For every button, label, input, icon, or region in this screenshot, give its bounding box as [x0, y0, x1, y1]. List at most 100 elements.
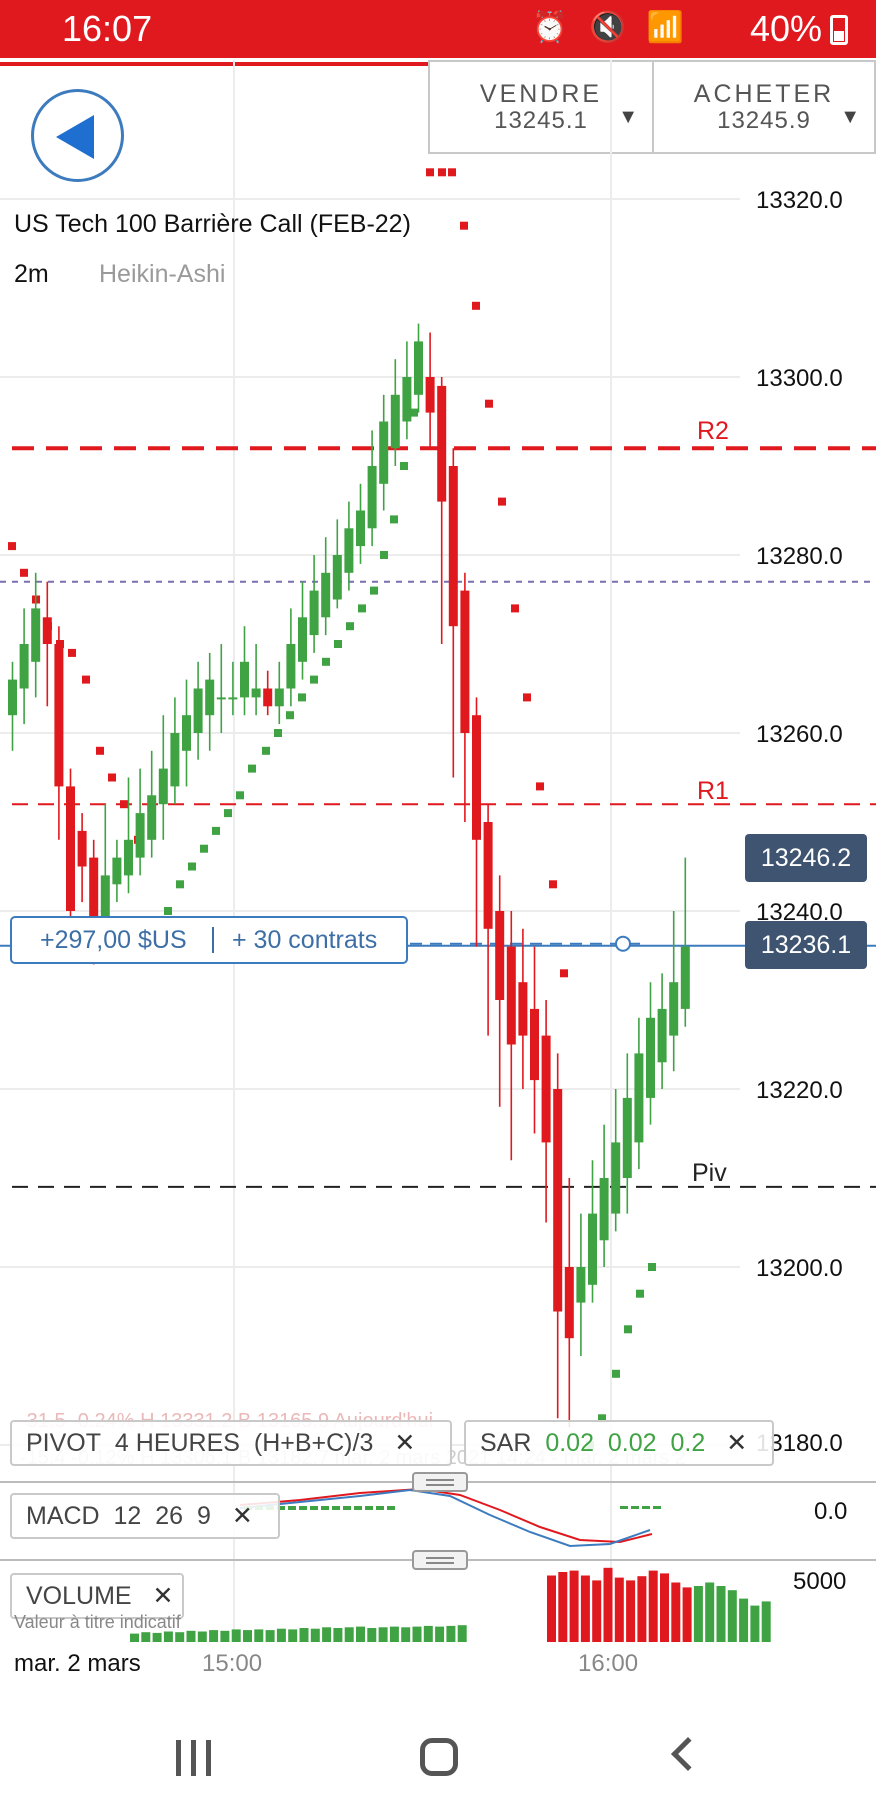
candle [344, 501, 354, 591]
divider [212, 927, 214, 953]
candle [193, 661, 203, 760]
y-tick: 13280.0 [756, 543, 843, 570]
candle [321, 537, 331, 636]
volume-bar [175, 1632, 185, 1642]
candle [356, 483, 365, 564]
sar-dot [523, 693, 531, 702]
sar-dot [262, 746, 270, 755]
recent-apps-icon[interactable] [176, 1740, 212, 1776]
sar-name: SAR [480, 1429, 532, 1457]
home-icon[interactable] [420, 1738, 458, 1776]
volume-bar [761, 1601, 771, 1642]
position-pnl: +297,00 $US [40, 926, 187, 954]
close-icon[interactable]: ✕ [232, 1502, 253, 1530]
candle [646, 982, 655, 1125]
pivot-indicator-chip[interactable]: PIVOT 4 HEURES (H+B+C)/3 ✕ [10, 1420, 452, 1466]
candle [54, 626, 64, 840]
volume-bar [614, 1577, 624, 1642]
candle-body [240, 661, 249, 698]
candle-body [182, 715, 191, 751]
volume-bar [580, 1575, 590, 1642]
volume-bar [446, 1625, 456, 1642]
y-tick: 13200.0 [756, 1255, 843, 1282]
nav-back-icon[interactable] [671, 1737, 705, 1771]
macd-histogram-bar [365, 1506, 373, 1510]
close-icon[interactable]: ✕ [394, 1429, 415, 1457]
candle-body [414, 341, 423, 395]
candle [657, 973, 667, 1089]
position-pill[interactable]: +297,00 $US + 30 contrats [10, 916, 408, 964]
sar-param: 0.2 [670, 1429, 706, 1457]
candle [588, 1160, 597, 1303]
macd-histogram-bar [620, 1506, 628, 1509]
candle [205, 652, 215, 751]
volume-bar [220, 1630, 230, 1642]
candle-body [228, 697, 238, 700]
volume-bar [626, 1580, 636, 1642]
sar-dot [108, 773, 116, 782]
volume-bar [276, 1628, 286, 1642]
candle-body [112, 857, 122, 885]
sar-dot [498, 497, 506, 506]
candle [135, 768, 145, 876]
volume-name: VOLUME [26, 1582, 132, 1610]
y-tick: 13260.0 [756, 721, 843, 748]
volume-max-label: 5000 [793, 1568, 847, 1595]
volume-bar [727, 1590, 737, 1642]
panel-resize-handle[interactable] [412, 1472, 468, 1492]
volume-bar [750, 1605, 760, 1642]
candle-body [216, 697, 226, 700]
macd-line [239, 1488, 651, 1548]
pivot-levels [0, 446, 876, 1188]
candle-body [657, 1008, 667, 1063]
interval-selector[interactable]: 2m [14, 260, 49, 289]
candle [622, 1053, 632, 1214]
sar-dot [370, 586, 378, 595]
volume-bar [457, 1625, 467, 1642]
volume-bar [739, 1598, 749, 1642]
candle-body [54, 644, 64, 787]
volume-bar [209, 1630, 219, 1642]
candle-body [274, 688, 284, 707]
sar-dot [624, 1325, 632, 1334]
candle [170, 697, 180, 805]
sar-dot [236, 791, 244, 800]
macd-histogram-bar [376, 1506, 384, 1510]
candle-body [135, 813, 145, 858]
panel-resize-handle[interactable] [412, 1550, 468, 1570]
volume-bar [356, 1626, 365, 1642]
macd-histogram-bar [642, 1506, 650, 1509]
x-tick: 15:00 [202, 1650, 263, 1677]
candle-body [379, 421, 389, 484]
candle-body [158, 768, 168, 805]
macd-histogram-bar [299, 1506, 307, 1510]
volume-bar [367, 1628, 377, 1642]
r2-label: R2 [697, 417, 729, 445]
volume-bar [569, 1570, 579, 1642]
sar-indicator-chip[interactable]: SAR 0.02 0.02 0.2 ✕ [464, 1420, 774, 1466]
sar-dot [511, 604, 519, 613]
chart-title: US Tech 100 Barrière Call (FEB-22) [14, 210, 411, 238]
candle [634, 1017, 644, 1170]
chart-type[interactable]: Heikin-Ashi [99, 260, 225, 289]
candle-body [564, 1267, 574, 1339]
macd-histogram-bar [354, 1506, 362, 1510]
candle-body [321, 572, 331, 618]
macd-indicator-chip[interactable]: MACD 12 26 9 ✕ [10, 1493, 280, 1539]
macd-histogram-bar [310, 1506, 318, 1510]
sar-dot [224, 809, 232, 818]
candle [182, 679, 191, 787]
sar-dot [200, 844, 208, 853]
sar-dot [346, 622, 354, 631]
close-icon[interactable]: ✕ [153, 1582, 174, 1610]
volume-bar [288, 1629, 298, 1642]
sar-dot [460, 221, 468, 230]
volume-bar [423, 1625, 433, 1642]
sar-dot [400, 462, 408, 470]
candle-body [263, 688, 273, 707]
sar-dot [549, 880, 557, 889]
sar-dot [334, 640, 342, 648]
sar-dot [536, 782, 544, 791]
close-icon[interactable]: ✕ [726, 1429, 747, 1457]
macd-histogram-bar [288, 1506, 296, 1510]
